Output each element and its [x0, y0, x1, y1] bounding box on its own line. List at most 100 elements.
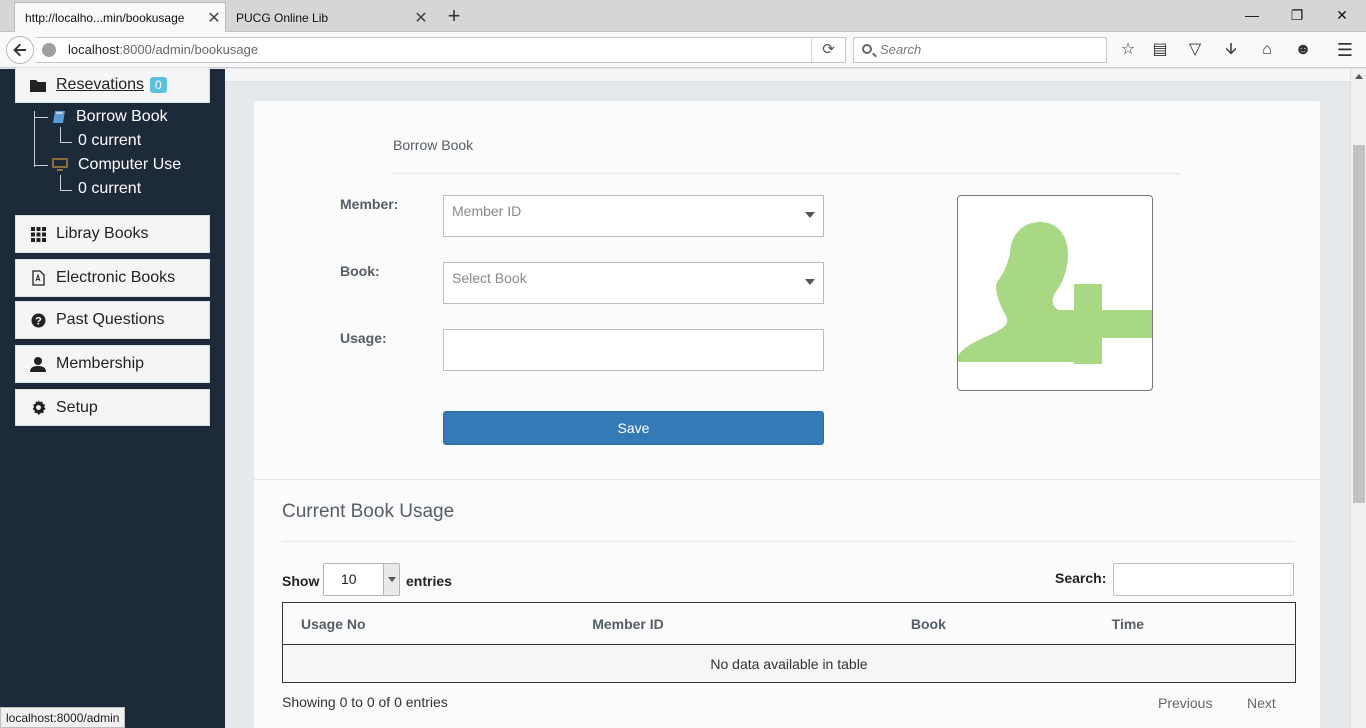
tree-connector	[34, 154, 48, 166]
sidebar-item-library-books[interactable]: Libray Books	[15, 215, 210, 253]
form-heading: Borrow Book	[393, 137, 474, 153]
scroll-thumb[interactable]	[1353, 145, 1365, 503]
menu-icon[interactable]: ☰	[1335, 40, 1355, 60]
divider	[282, 541, 1294, 542]
address-bar[interactable]: localhost:8000/admin/bookusage ⟳	[36, 37, 846, 63]
sidebar-item-label: Past Questions	[56, 311, 165, 328]
gear-icon	[30, 400, 46, 416]
column-header-book[interactable]: Book	[892, 602, 1094, 645]
page-size-select[interactable]: 10	[323, 563, 400, 596]
sidebar-item-label: Libray Books	[56, 225, 149, 242]
usage-table: Usage No Member ID Book Time No data ava…	[282, 602, 1296, 683]
tab-bar: http://localho...min/bookusage ✕ PUCG On…	[0, 0, 1366, 32]
chevron-down-icon	[805, 212, 815, 218]
chevron-down-icon	[383, 564, 399, 595]
usage-label: Usage:	[340, 330, 387, 346]
back-arrow-icon	[13, 43, 26, 57]
site-info-icon[interactable]	[42, 43, 56, 57]
question-circle-icon: ?	[30, 312, 46, 328]
tree-connector	[60, 127, 72, 143]
content-panel: Borrow Book Member: Member ID Book: Sele…	[253, 100, 1321, 728]
close-tab-icon[interactable]: ✕	[203, 8, 225, 28]
feedback-icon[interactable]: ☻	[1293, 40, 1313, 60]
save-button[interactable]: Save	[443, 411, 824, 445]
sidebar: Resevations 0 Borrow Book 0 current Comp…	[0, 67, 225, 728]
user-icon	[30, 356, 46, 372]
member-placeholder: Member ID	[452, 203, 522, 219]
close-tab-icon[interactable]: ✕	[410, 8, 432, 28]
folder-icon	[30, 77, 46, 93]
new-tab-button[interactable]: +	[442, 4, 466, 28]
table-search-input[interactable]	[1113, 563, 1294, 596]
page-scrollbar[interactable]	[1350, 69, 1366, 728]
sidebar-item-past-questions[interactable]: ? Past Questions	[15, 301, 210, 339]
page-title-fragment	[448, 58, 462, 68]
status-tooltip: localhost:8000/admin	[0, 707, 126, 728]
tree-connector	[60, 175, 72, 191]
column-header-member-id[interactable]: Member ID	[574, 602, 893, 645]
search-placeholder: Search	[880, 42, 922, 57]
tab-bookusage[interactable]: http://localho...min/bookusage ✕	[14, 2, 226, 32]
next-page-button[interactable]: Next	[1247, 695, 1276, 711]
downloads-icon[interactable]: 🡫	[1221, 40, 1241, 60]
restore-icon[interactable]: ❐	[1277, 4, 1317, 26]
sidebar-item-electronic-books[interactable]: Electronic Books	[15, 259, 210, 297]
sidebar-item-label: Membership	[56, 355, 145, 372]
sidebar-item-label: Resevations	[56, 76, 145, 93]
navigation-bar: localhost:8000/admin/bookusage ⟳ Search …	[0, 32, 1366, 68]
sidebar-item-reservations[interactable]: Resevations 0	[15, 67, 210, 103]
previous-page-button[interactable]: Previous	[1158, 695, 1212, 711]
window-close-icon[interactable]: ✕	[1322, 4, 1362, 26]
table-search-label: Search:	[1055, 570, 1107, 586]
bookmark-star-icon[interactable]: ☆	[1118, 40, 1138, 60]
page-header-strip	[225, 69, 1350, 82]
tab-title: http://localho...min/bookusage	[25, 10, 185, 25]
pdf-file-icon	[30, 270, 46, 286]
book-label: Book:	[340, 263, 380, 279]
sidebar-item-membership[interactable]: Membership	[15, 345, 210, 383]
show-label: Show	[282, 573, 320, 589]
sidebar-item-label: Setup	[56, 398, 98, 416]
search-icon	[862, 44, 872, 54]
pocket-icon[interactable]: ▽	[1185, 40, 1205, 60]
sidebar-item-setup[interactable]: Setup	[15, 389, 210, 426]
tree-connector	[34, 117, 48, 118]
entries-label: entries	[406, 573, 452, 589]
usage-input[interactable]	[443, 329, 824, 371]
add-user-icon	[958, 222, 1152, 364]
home-icon[interactable]: ⌂	[1257, 40, 1277, 60]
page-size-value: 10	[341, 571, 357, 587]
column-header-time[interactable]: Time	[1093, 602, 1296, 645]
grid-icon	[30, 226, 46, 242]
reservations-count-badge: 0	[150, 77, 167, 93]
scroll-up-icon[interactable]	[1351, 69, 1366, 85]
empty-table-message: No data available in table	[282, 644, 1296, 683]
sidebar-item-label: Electronic Books	[56, 269, 176, 286]
browser-search-input[interactable]: Search	[853, 37, 1107, 63]
url-text: localhost:8000/admin/bookusage	[68, 42, 259, 57]
reading-list-icon[interactable]: ▤	[1150, 40, 1170, 60]
section-title: Current Book Usage	[282, 501, 455, 522]
book-select[interactable]: Select Book	[443, 262, 824, 304]
table-row: No data available in table	[282, 644, 1296, 683]
reload-icon[interactable]: ⟳	[811, 38, 845, 62]
section-divider	[254, 479, 1320, 480]
divider	[393, 173, 1181, 174]
member-photo-upload[interactable]	[957, 195, 1153, 391]
member-label: Member:	[340, 196, 399, 212]
tree-item-borrow-book[interactable]: Borrow Book	[76, 108, 168, 126]
tree-item-computer-use[interactable]: Computer Use	[78, 156, 181, 174]
chevron-down-icon	[805, 279, 815, 285]
book-placeholder: Select Book	[452, 270, 527, 286]
svg-text:?: ?	[35, 315, 42, 327]
table-header-row: Usage No Member ID Book Time	[282, 602, 1296, 645]
member-select[interactable]: Member ID	[443, 195, 824, 237]
borrow-book-count: 0 current	[78, 132, 142, 149]
minimize-icon[interactable]: —	[1232, 4, 1272, 26]
tab-title: PUCG Online Lib	[236, 10, 329, 25]
table-info: Showing 0 to 0 of 0 entries	[282, 694, 448, 710]
computer-use-count: 0 current	[78, 180, 142, 197]
column-header-usage-no[interactable]: Usage No	[282, 602, 575, 645]
tab-pucg-online-lib[interactable]: PUCG Online Lib ✕	[226, 3, 432, 32]
back-button[interactable]	[6, 36, 34, 64]
